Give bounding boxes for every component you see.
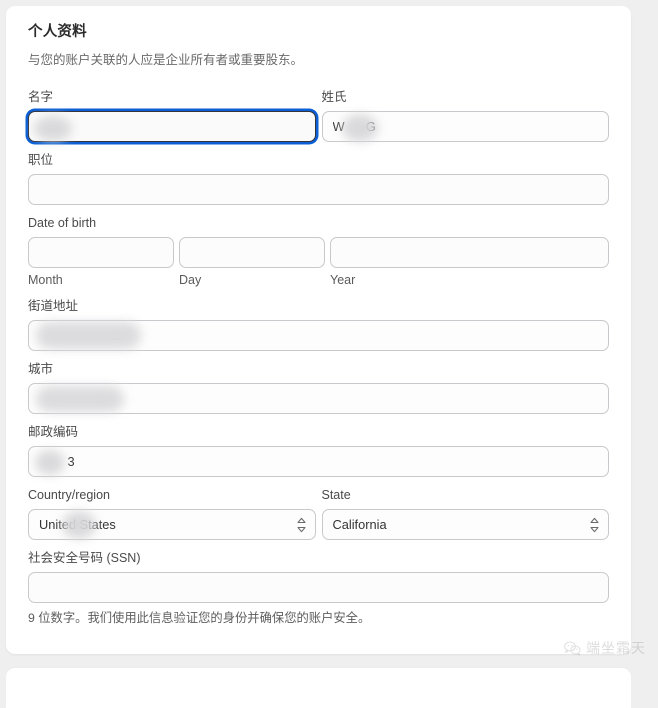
dob-month-group: Month — [28, 237, 174, 288]
street-address-input[interactable] — [28, 320, 609, 352]
dob-day-input[interactable] — [179, 237, 325, 269]
dob-day-sublabel: Day — [179, 273, 202, 288]
last-name-input[interactable] — [321, 111, 609, 143]
job-title-input[interactable] — [28, 174, 609, 206]
city-group: 城市 — [28, 362, 609, 415]
city-input[interactable] — [28, 383, 609, 415]
street-address-label: 街道地址 — [28, 299, 79, 314]
city-wrapper — [28, 383, 609, 415]
dob-year-sublabel: Year — [330, 273, 356, 288]
section-description: 与您的账户关联的人应是企业所有者或重要股东。 — [28, 53, 304, 68]
first-name-group: 名字 — [28, 90, 316, 143]
chevron-updown-icon — [296, 517, 306, 533]
date-of-birth-row: Month Day Year — [28, 237, 609, 288]
next-section-card — [6, 668, 631, 708]
ssn-helper-text: 9 位数字。我们使用此信息验证您的身份并确保您的账户安全。 — [28, 611, 371, 626]
postal-code-wrapper — [28, 446, 609, 478]
location-row: Country/region United States State Calif… — [28, 488, 609, 541]
job-title-label: 职位 — [28, 153, 54, 168]
country-region-value: United States — [39, 517, 116, 533]
country-region-label: Country/region — [28, 488, 110, 503]
last-name-wrapper — [321, 111, 609, 143]
page-background: 个人资料 与您的账户关联的人应是企业所有者或重要股东。 名字 姓氏 职位 — [0, 0, 658, 708]
job-title-group: 职位 — [28, 153, 609, 206]
dob-year-group: Year — [330, 237, 609, 288]
personal-info-card: 个人资料 与您的账户关联的人应是企业所有者或重要股东。 名字 姓氏 职位 — [6, 6, 631, 654]
first-name-wrapper — [28, 111, 316, 143]
state-label: State — [321, 488, 351, 503]
page-title: 个人资料 — [28, 24, 87, 40]
dob-year-input[interactable] — [330, 237, 609, 269]
last-name-label: 姓氏 — [321, 90, 347, 105]
last-name-group: 姓氏 — [321, 90, 609, 143]
ssn-input[interactable] — [28, 572, 609, 604]
date-of-birth-group: Date of birth Month Day Year — [28, 216, 609, 288]
state-group: State California — [321, 488, 609, 541]
country-region-group: Country/region United States — [28, 488, 316, 541]
dob-month-input[interactable] — [28, 237, 174, 269]
dob-day-group: Day — [179, 237, 325, 288]
postal-code-input[interactable] — [28, 446, 609, 478]
street-address-wrapper — [28, 320, 609, 352]
ssn-group: 社会安全号码 (SSN) 9 位数字。我们使用此信息验证您的身份并确保您的账户安… — [28, 551, 609, 627]
postal-code-label: 邮政编码 — [28, 425, 79, 440]
city-label: 城市 — [28, 362, 54, 377]
state-value: California — [332, 517, 387, 533]
dob-month-sublabel: Month — [28, 273, 63, 288]
name-row: 名字 姓氏 — [28, 90, 609, 143]
country-region-wrapper: United States — [28, 509, 316, 541]
country-region-select[interactable]: United States — [28, 509, 316, 541]
state-select[interactable]: California — [321, 509, 609, 541]
chevron-updown-icon — [590, 517, 599, 533]
state-wrapper: California — [321, 509, 609, 541]
postal-code-group: 邮政编码 — [28, 425, 609, 478]
ssn-label: 社会安全号码 (SSN) — [28, 551, 141, 566]
first-name-label: 名字 — [28, 90, 54, 105]
date-of-birth-label: Date of birth — [28, 216, 97, 231]
first-name-input[interactable] — [28, 111, 316, 143]
street-address-group: 街道地址 — [28, 299, 609, 352]
